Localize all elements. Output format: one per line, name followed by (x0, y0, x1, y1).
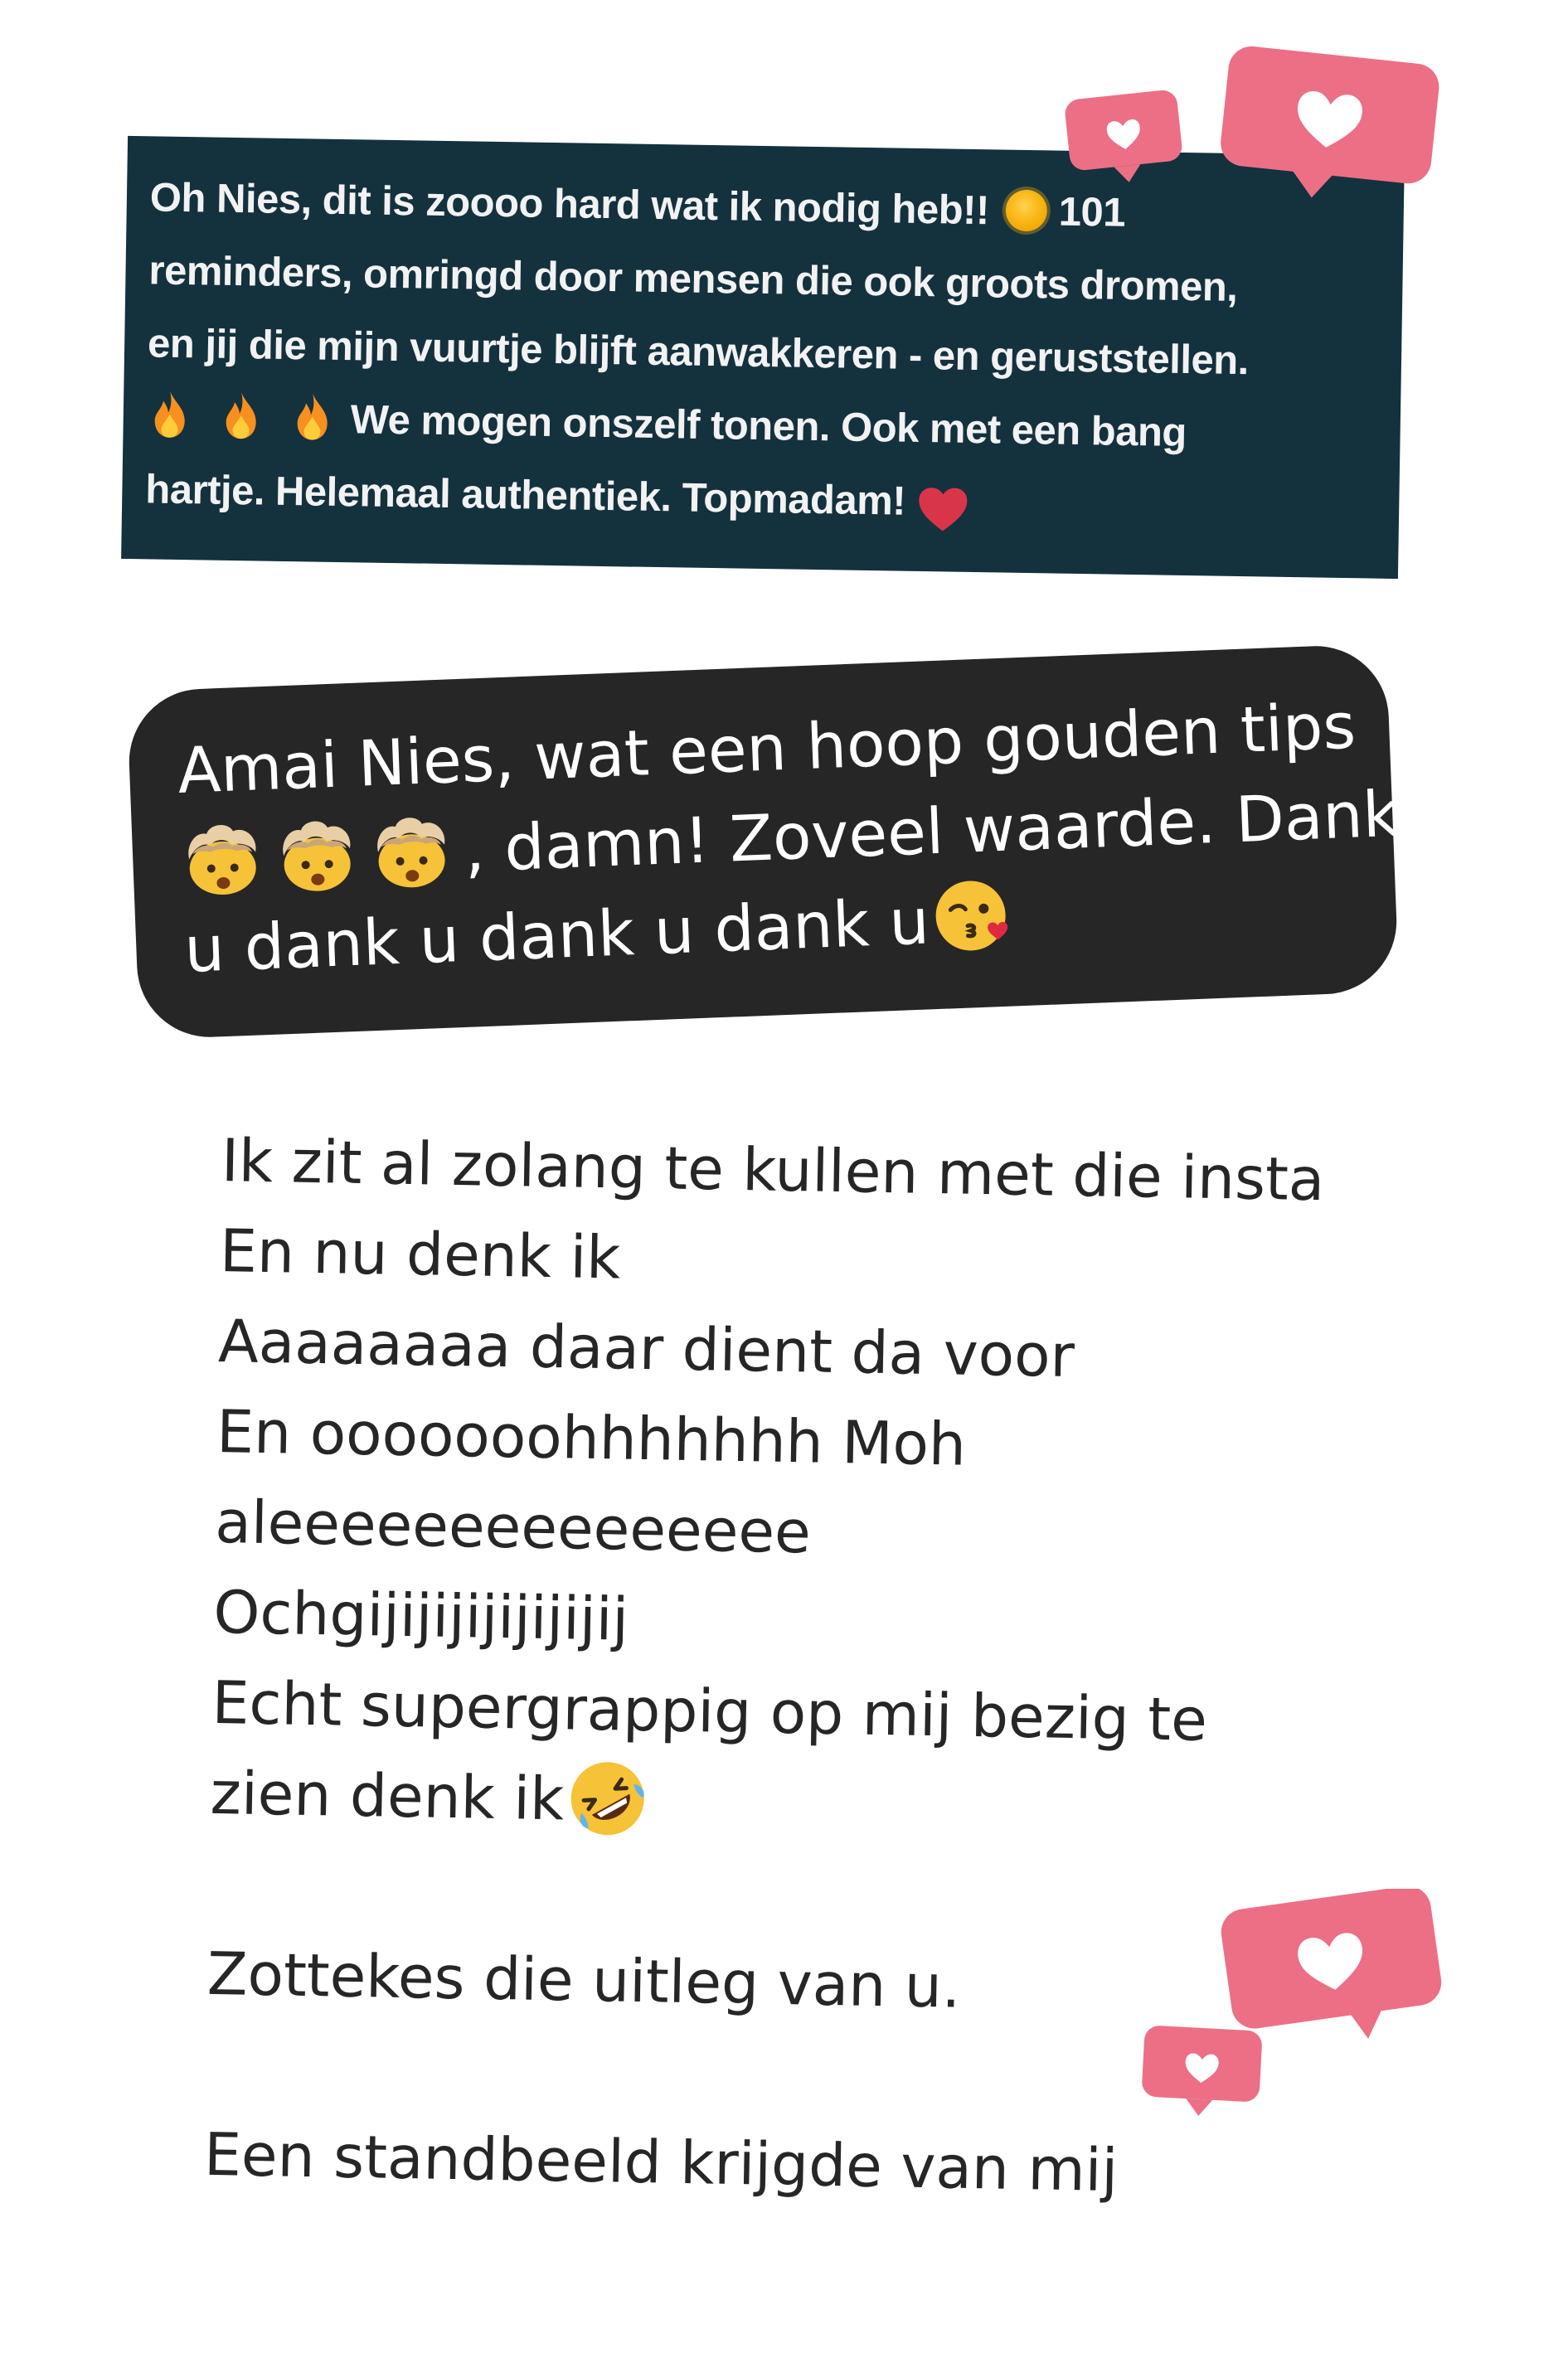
red-heart-icon (919, 488, 968, 531)
heart-badge-small-icon (1065, 90, 1182, 182)
fire-emoji-icon (154, 391, 185, 438)
comment-line-1-text: Oh Nies, dit is zoooo hard wat ik nodig … (149, 175, 990, 234)
message-line-text: zien denk ik (210, 1758, 565, 1834)
sun-emoji-icon (1005, 189, 1048, 232)
comment-line-4-text: We mogen onszelf tonen. Ook met een bang (350, 397, 1187, 456)
exploding-head-icon (377, 818, 445, 888)
fire-emoji-icon (226, 392, 256, 439)
comment-line-1-end: 101 (1058, 189, 1126, 235)
rolling-laughing-icon (570, 1762, 644, 1836)
comment-line-5-text: hartje. Helemaal authentiek. Topmadam! (144, 467, 906, 524)
exploding-head-icon (283, 821, 351, 891)
fire-emoji-icon (297, 393, 328, 440)
exploding-head-icon (188, 825, 256, 895)
kissing-heart-icon (935, 881, 1007, 951)
comment-card: Oh Nies, dit is zoooo hard wat ik nodig … (121, 135, 1405, 580)
heart-badge-large-icon (1221, 46, 1439, 198)
heart-badge-small-icon (1142, 2026, 1262, 2116)
chat-bubble: Amai Nies, wat een hoop gouden tips , da… (126, 643, 1401, 1041)
